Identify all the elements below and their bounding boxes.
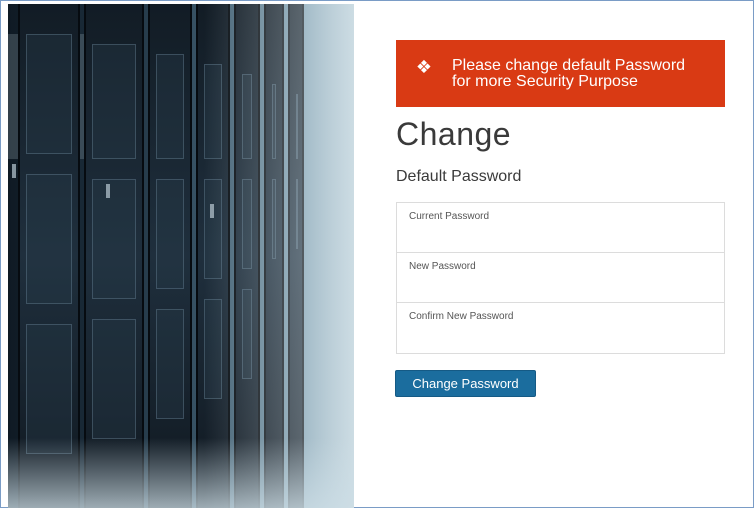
new-password-field: New Password <box>397 253 724 303</box>
server-room-image <box>8 4 354 508</box>
warning-diamond-icon: ❖ <box>415 56 433 77</box>
current-password-field: Current Password <box>397 203 724 253</box>
security-alert-banner: ❖ Please change default Password for mor… <box>396 40 725 107</box>
alert-line-1: Please change default Password <box>452 56 686 74</box>
new-password-input[interactable] <box>409 278 712 296</box>
current-password-input[interactable] <box>409 228 712 246</box>
page-title: Change <box>396 116 512 152</box>
alert-line-2: for more Security Purpose <box>452 72 638 90</box>
confirm-password-field: Confirm New Password <box>397 303 724 353</box>
current-password-label: Current Password <box>409 211 490 222</box>
confirm-password-label: Confirm New Password <box>409 311 514 322</box>
alert-message: Please change default Password for more … <box>452 56 686 90</box>
page-subtitle: Default Password <box>396 168 522 185</box>
confirm-password-input[interactable] <box>409 329 712 347</box>
new-password-label: New Password <box>409 261 476 272</box>
change-password-form: Current Password New Password Confirm Ne… <box>396 202 725 354</box>
change-password-button[interactable]: Change Password <box>395 370 536 397</box>
